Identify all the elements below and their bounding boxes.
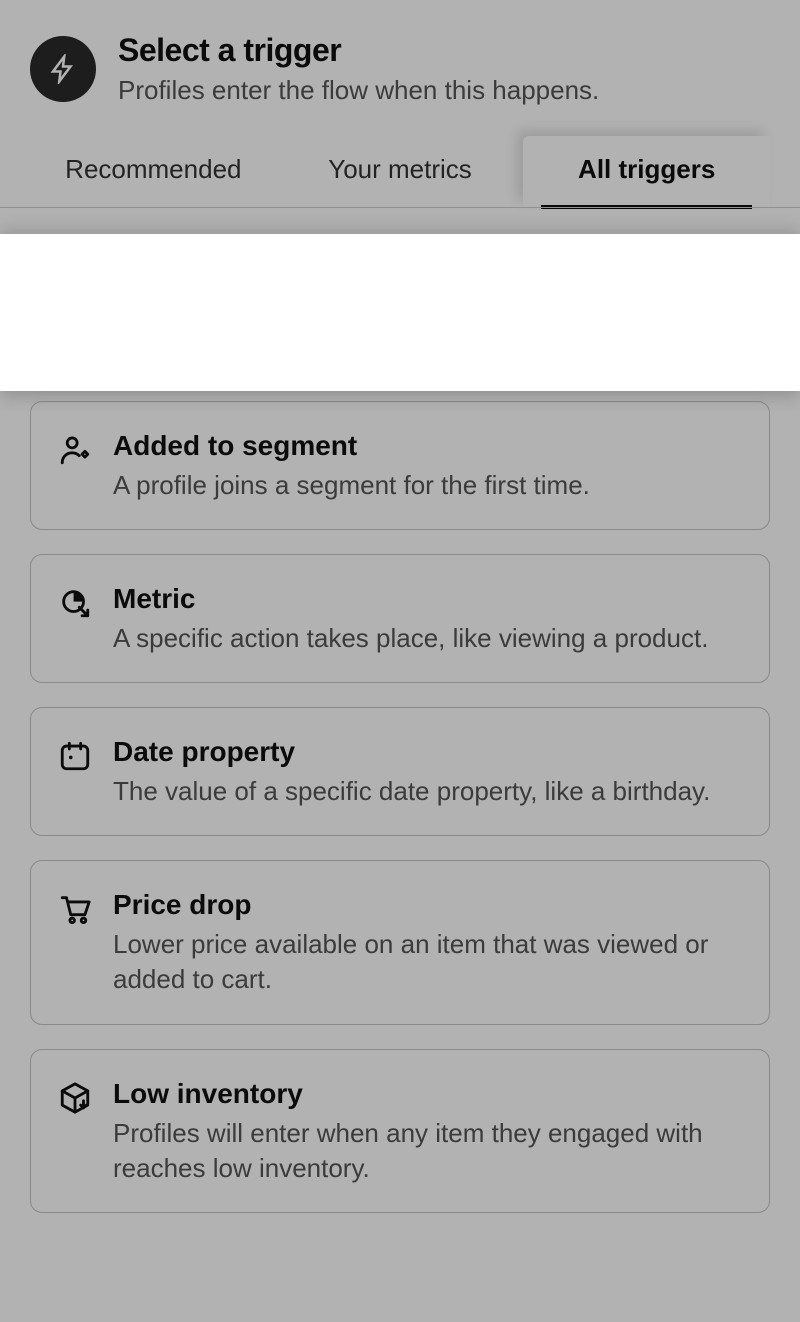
trigger-title: Price drop <box>113 889 743 921</box>
trigger-date-property[interactable]: Date property The value of a specific da… <box>30 707 770 836</box>
trigger-added-to-segment[interactable]: Added to segment A profile joins a segme… <box>30 401 770 530</box>
trigger-price-drop[interactable]: Price drop Lower price available on an i… <box>30 860 770 1024</box>
segment-icon <box>57 432 93 468</box>
trigger-title: Low inventory <box>113 1078 743 1110</box>
modal-title: Select a trigger <box>118 32 599 69</box>
trigger-metric[interactable]: Metric A specific action takes place, li… <box>30 554 770 683</box>
tab-bar: Recommended Your metrics All triggers <box>30 136 770 207</box>
trigger-desc: A profile joins a segment for the first … <box>113 468 590 503</box>
selected-row-highlight <box>0 234 800 391</box>
trigger-desc: Lower price available on an item that wa… <box>113 927 743 997</box>
trigger-desc: A specific action takes place, like view… <box>113 621 708 656</box>
trigger-desc: The value of a specific date property, l… <box>113 774 710 809</box>
tab-recommended[interactable]: Recommended <box>30 136 277 207</box>
metric-icon <box>57 585 93 621</box>
modal-header: Select a trigger Profiles enter the flow… <box>0 0 800 207</box>
lightning-icon <box>30 36 96 102</box>
trigger-title: Date property <box>113 736 710 768</box>
modal-subtitle: Profiles enter the flow when this happen… <box>118 75 599 106</box>
trigger-title: Added to segment <box>113 430 590 462</box>
trigger-desc: Profiles will enter when any item they e… <box>113 1116 743 1186</box>
calendar-icon <box>57 738 93 774</box>
tab-label: All triggers <box>578 154 715 184</box>
trigger-title: Metric <box>113 583 708 615</box>
box-icon <box>57 1080 93 1116</box>
cart-icon <box>57 891 93 927</box>
tab-your-metrics[interactable]: Your metrics <box>277 136 524 207</box>
trigger-picker-modal: Select a trigger Profiles enter the flow… <box>0 0 800 1322</box>
trigger-low-inventory[interactable]: Low inventory Profiles will enter when a… <box>30 1049 770 1213</box>
tab-all-triggers[interactable]: All triggers <box>523 136 770 207</box>
